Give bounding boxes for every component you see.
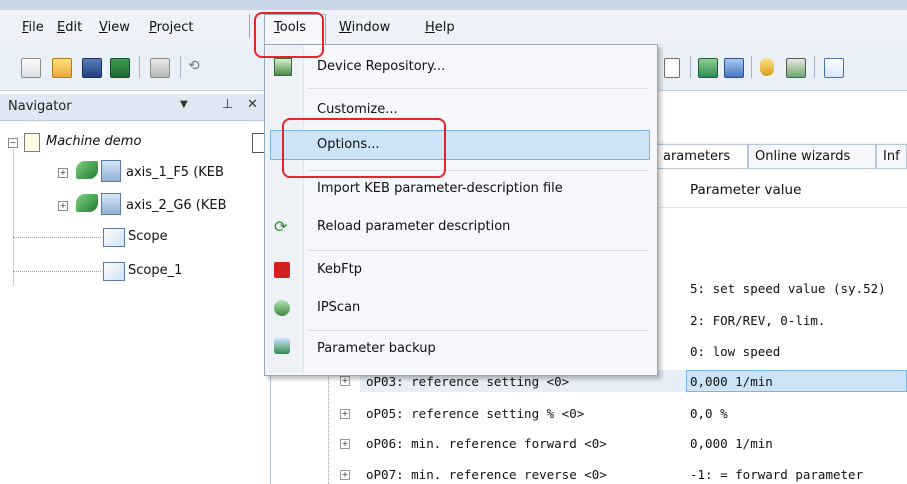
new-file-icon[interactable] xyxy=(21,58,41,78)
tree-line xyxy=(13,237,101,238)
menu-separator xyxy=(308,330,648,331)
expand-icon[interactable]: + xyxy=(340,439,350,449)
parameter-backup-icon xyxy=(274,338,290,354)
expand-icon[interactable]: + xyxy=(58,168,68,178)
tab-info[interactable]: Inf xyxy=(876,144,907,168)
undo-icon[interactable]: ⟲ xyxy=(188,58,200,76)
close-icon[interactable]: ✕ xyxy=(247,97,258,112)
param-value[interactable]: 0,000 1/min xyxy=(690,436,773,451)
tools-annotation-box xyxy=(254,12,324,58)
reload-icon: ⟳ xyxy=(274,217,288,236)
transfer-icon[interactable] xyxy=(786,58,806,78)
kebftp-icon xyxy=(274,262,290,278)
param-name[interactable]: oP03: reference setting <0> xyxy=(366,374,569,389)
tab-online-wizards[interactable]: Online wizards xyxy=(748,144,876,168)
menu-item-reload[interactable]: Reload parameter description xyxy=(317,219,510,234)
ipscan-shield-icon xyxy=(274,300,290,316)
project-icon xyxy=(24,133,40,152)
scope-icon xyxy=(103,228,125,247)
keb-device-icon xyxy=(101,160,121,182)
menu-project-label: roject xyxy=(156,20,194,35)
window-top-strip xyxy=(0,0,907,10)
toolbar-separator xyxy=(139,56,140,78)
export-icon[interactable] xyxy=(110,58,130,78)
param-value[interactable]: 0,000 1/min xyxy=(690,374,773,389)
toolbar-separator xyxy=(180,56,181,78)
param-value[interactable]: -1: = forward parameter xyxy=(690,467,863,482)
menu-file-label: ile xyxy=(28,20,44,35)
parameter-value-header: Parameter value xyxy=(690,182,802,198)
menu-item-customize[interactable]: Customize... xyxy=(317,102,398,117)
menu-view-label: iew xyxy=(107,20,130,35)
header-divider xyxy=(656,207,907,208)
expand-icon[interactable]: + xyxy=(340,409,350,419)
menu-help-mnemonic: H xyxy=(425,20,435,35)
pin-icon[interactable]: ⊥ xyxy=(222,97,233,112)
scope-icon xyxy=(103,262,125,281)
keb-scan-icon[interactable] xyxy=(724,58,744,78)
menu-item-parameter-backup[interactable]: Parameter backup xyxy=(317,341,436,356)
expand-icon[interactable]: + xyxy=(340,470,350,480)
tree-root-label[interactable]: Machine demo xyxy=(46,134,141,149)
tools-menu-icon-column xyxy=(265,45,304,373)
menu-file[interactable]: File xyxy=(22,19,44,37)
menu-window[interactable]: Window xyxy=(339,19,390,37)
menu-view[interactable]: View xyxy=(99,19,130,37)
menu-item-ipscan[interactable]: IPScan xyxy=(317,300,360,315)
menu-edit[interactable]: Edit xyxy=(57,19,82,37)
tab-parameters[interactable]: arameters xyxy=(656,144,748,168)
document-icon[interactable] xyxy=(664,58,680,78)
menu-help-label: elp xyxy=(434,20,455,35)
key-icon[interactable] xyxy=(760,58,774,76)
toolbar-separator xyxy=(690,56,691,78)
param-value[interactable]: 0,0 % xyxy=(690,406,728,421)
param-value: 0: low speed xyxy=(690,344,781,359)
expand-icon[interactable]: + xyxy=(58,201,68,211)
axis-connection-icon xyxy=(76,194,98,212)
open-folder-icon[interactable] xyxy=(52,58,72,78)
param-value: 5: set speed value (sy.52) xyxy=(690,281,886,296)
tree-scope[interactable]: Scope xyxy=(128,229,168,244)
menu-item-import-keb[interactable]: Import KEB parameter-description file xyxy=(317,181,563,196)
tree-line xyxy=(13,150,14,285)
menu-window-mnemonic: W xyxy=(339,20,352,35)
print-icon[interactable] xyxy=(150,58,170,78)
param-name[interactable]: oP06: min. reference forward <0> xyxy=(366,436,607,451)
tools-menu xyxy=(264,44,658,376)
menu-help[interactable]: Help xyxy=(425,19,455,37)
menu-item-device-repository[interactable]: Device Repository... xyxy=(317,59,445,74)
chevron-down-icon[interactable]: ▼ xyxy=(180,99,188,110)
collapse-icon[interactable]: − xyxy=(8,138,18,148)
options-annotation-box xyxy=(282,118,446,178)
axis-connection-icon xyxy=(76,161,98,179)
toolbar-separator xyxy=(814,56,815,78)
toolbar-separator xyxy=(751,56,752,78)
scope-chart-icon[interactable] xyxy=(824,58,844,78)
menu-view-mnemonic: V xyxy=(99,20,108,35)
menu-item-kebftp[interactable]: KebFtp xyxy=(317,262,362,277)
menu-window-label: indow xyxy=(351,20,391,35)
expand-icon[interactable]: + xyxy=(340,376,350,386)
tree-line xyxy=(328,368,330,484)
menu-separator xyxy=(308,88,648,89)
menu-separator xyxy=(308,250,648,251)
tree-line xyxy=(13,271,101,272)
device-repository-icon xyxy=(274,58,292,76)
param-name[interactable]: oP07: min. reference reverse <0> xyxy=(366,467,607,482)
save-icon[interactable] xyxy=(82,58,102,78)
keb-connect-icon[interactable] xyxy=(698,58,718,78)
menu-edit-mnemonic: E xyxy=(57,20,66,35)
tree-scope-1[interactable]: Scope_1 xyxy=(128,263,182,278)
menu-divider xyxy=(249,14,250,38)
tree-axis-1[interactable]: axis_1_F5 (KEB xyxy=(126,165,224,180)
navigator-title: Navigator xyxy=(8,99,72,114)
param-name[interactable]: oP05: reference setting % <0> xyxy=(366,406,584,421)
param-value: 2: FOR/REV, 0-lim. xyxy=(690,313,826,328)
menu-edit-label: dit xyxy=(65,20,83,35)
tree-axis-2[interactable]: axis_2_G6 (KEB xyxy=(126,198,227,213)
menu-project-mnemonic: P xyxy=(149,20,157,35)
menu-project[interactable]: Project xyxy=(149,19,194,37)
keb-device-icon xyxy=(101,193,121,215)
